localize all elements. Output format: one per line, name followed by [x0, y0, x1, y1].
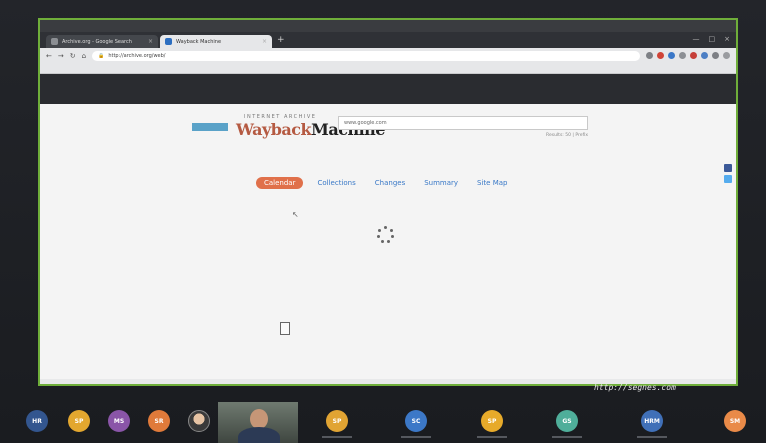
participant-name-bar [637, 436, 667, 438]
loading-spinner-icon [376, 226, 394, 244]
extension-icon[interactable] [679, 52, 686, 59]
extension-icon[interactable] [668, 52, 675, 59]
reload-icon[interactable]: ↻ [70, 52, 76, 60]
participant-video-tile[interactable] [218, 402, 298, 443]
browser-tab-google[interactable]: Archive.org - Google Search × [46, 35, 158, 48]
participant-avatar[interactable]: SC [405, 410, 427, 432]
tab-site-map[interactable]: Site Map [472, 177, 512, 189]
participant-initials: SP [74, 417, 84, 425]
extension-icon[interactable] [657, 52, 664, 59]
participant-initials: SR [154, 417, 164, 425]
page-footer [280, 322, 498, 335]
participant-avatar[interactable]: GS [556, 410, 578, 432]
home-icon[interactable]: ⌂ [82, 52, 86, 60]
tab-collections[interactable]: Collections [312, 177, 360, 189]
participant-initials: HRM [644, 417, 660, 425]
participant-initials: SC [411, 417, 421, 425]
view-tabs: Calendar Collections Changes Summary Sit… [256, 177, 512, 189]
participant-avatar[interactable]: MS [108, 410, 130, 432]
address-bar[interactable]: 🔒 http://archive.org/web/ [92, 50, 640, 61]
extension-icon[interactable] [701, 52, 708, 59]
tab-title: Wayback Machine [176, 38, 222, 45]
close-icon[interactable]: × [262, 38, 267, 45]
twitter-icon[interactable] [724, 175, 732, 183]
participant-initials: SP [487, 417, 497, 425]
person-head [250, 409, 268, 429]
participant-name-bar [477, 436, 507, 438]
participant-initials: SM [729, 417, 741, 425]
extension-icon[interactable] [646, 52, 653, 59]
participant-initials: MS [113, 417, 125, 425]
close-icon[interactable]: × [148, 38, 153, 45]
spinner-dot [387, 240, 390, 243]
screen-share: Archive.org - Google Search × Wayback Ma… [38, 18, 738, 386]
document-icon [280, 322, 290, 335]
tab-title: Archive.org - Google Search [62, 38, 132, 45]
social-sidebar [724, 164, 732, 183]
tab-summary[interactable]: Summary [419, 177, 463, 189]
bookmarks-bar [40, 63, 736, 74]
wayback-page: INTERNET ARCHIVE WaybackMachine www.goog… [40, 104, 736, 379]
results-link[interactable]: Results: 50 | Prefix [338, 133, 588, 138]
extension-icon[interactable] [690, 52, 697, 59]
os-menu-bar [40, 20, 736, 32]
minimize-icon[interactable]: — [693, 35, 700, 43]
participant-name-bar [552, 436, 582, 438]
facebook-icon[interactable] [724, 164, 732, 172]
archive-top-nav [40, 74, 736, 104]
search-column: www.google.com Results: 50 | Prefix [338, 112, 588, 138]
spinner-dot [390, 229, 393, 232]
spinner-dot [391, 235, 394, 238]
browser-tab-bar: Archive.org - Google Search × Wayback Ma… [40, 32, 736, 48]
google-favicon-icon [51, 38, 58, 45]
participant-avatar[interactable]: SM [724, 410, 746, 432]
participant-photo-avatar[interactable] [188, 410, 210, 432]
address-row: ← → ↻ ⌂ 🔒 http://archive.org/web/ [40, 48, 736, 63]
participant-initials: GS [562, 417, 572, 425]
mouse-cursor-icon: ↖ [292, 210, 299, 219]
participant-avatar[interactable]: HR [26, 410, 48, 432]
window-controls: — □ × [693, 35, 731, 43]
participant-avatar[interactable]: SR [148, 410, 170, 432]
donate-button[interactable] [192, 122, 228, 131]
lock-icon: 🔒 [98, 52, 105, 59]
url-text: http://archive.org/web/ [108, 52, 166, 59]
forward-icon[interactable]: → [58, 52, 64, 60]
spinner-dot [377, 235, 380, 238]
new-tab-icon[interactable]: + [277, 35, 285, 45]
participant-avatar[interactable]: SP [68, 410, 90, 432]
close-window-icon[interactable]: × [724, 35, 730, 43]
person-body [238, 427, 280, 443]
meeting-window: Archive.org - Google Search × Wayback Ma… [0, 0, 766, 443]
extension-icons [646, 52, 730, 59]
participant-avatar[interactable]: SP [326, 410, 348, 432]
back-icon[interactable]: ← [46, 52, 52, 60]
archive-favicon-icon [165, 38, 172, 45]
participant-name-bar [401, 436, 431, 438]
tab-calendar[interactable]: Calendar [256, 177, 304, 189]
tab-changes[interactable]: Changes [370, 177, 410, 189]
maximize-icon[interactable]: □ [709, 35, 716, 43]
menu-icon[interactable] [723, 52, 730, 59]
spinner-dot [378, 229, 381, 232]
footer-text [298, 322, 498, 335]
participant-name-bar [322, 436, 352, 438]
wayback-word: Wayback [236, 120, 312, 139]
wayback-search-input[interactable]: www.google.com [338, 116, 588, 130]
spinner-dot [384, 226, 387, 229]
watermark-text: http://segnes.com [594, 383, 676, 392]
participant-initials: HR [32, 417, 42, 425]
spinner-dot [381, 240, 384, 243]
participant-initials: SP [332, 417, 342, 425]
browser-tab-wayback[interactable]: Wayback Machine × [160, 35, 272, 48]
participant-strip: HR SP MS SR SP SC SP GS HRM SM [0, 398, 766, 443]
search-value: www.google.com [344, 120, 387, 126]
participant-avatar[interactable]: HRM [641, 410, 663, 432]
participant-avatar[interactable]: SP [481, 410, 503, 432]
extension-icon[interactable] [712, 52, 719, 59]
